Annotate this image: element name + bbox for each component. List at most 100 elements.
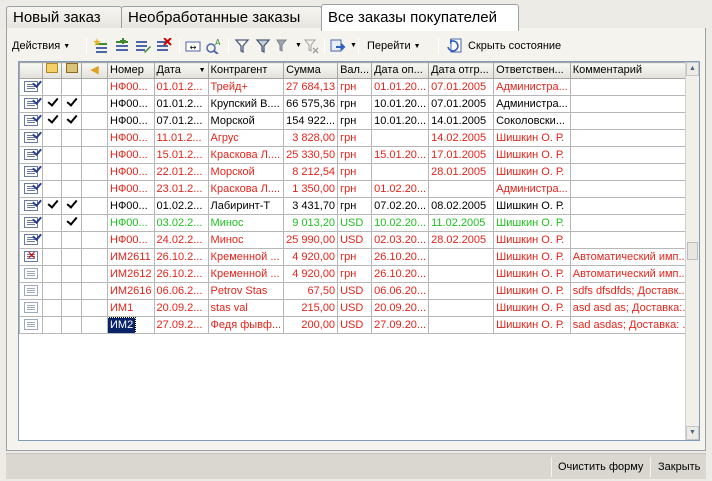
cell-payment-date[interactable] [371,163,430,181]
paid-checkbox-cell[interactable] [42,214,62,232]
cell-comment[interactable] [569,180,695,198]
cell-counterparty[interactable]: Морской [207,163,285,181]
cell-counterparty[interactable]: Лабиринт-Т [207,197,285,215]
close-button[interactable]: Закрыть [658,458,700,476]
clear-form-button[interactable]: Очистить форму [558,458,643,476]
paid-checkbox-cell[interactable] [42,265,62,283]
shipped-checkbox[interactable] [66,148,77,159]
column-header-flag2[interactable] [61,62,82,79]
cell-comment[interactable] [569,197,695,215]
paid-checkbox[interactable] [47,114,58,125]
cell-date[interactable]: 15.01.2... [153,146,209,164]
shipped-checkbox-cell[interactable] [61,95,82,113]
cell-currency[interactable]: грн [337,248,373,266]
cell-sum[interactable]: 1 350,00 [283,180,339,198]
column-header-responsible[interactable]: Ответствен... [493,62,571,79]
cell-number[interactable]: НФ00... [107,180,155,198]
column-header-picture[interactable] [19,62,43,79]
cell-number-selected[interactable]: ИМ2 [107,316,155,334]
cell-date[interactable]: 01.02.2... [153,197,209,215]
cell-number[interactable]: НФ00... [107,197,155,215]
cell-number[interactable]: НФ00... [107,231,155,249]
cell-comment[interactable]: asd asd as; Доставка:... [569,299,695,317]
cell-date[interactable]: 23.01.2... [153,180,209,198]
cell-payment-date[interactable]: 07.02.20... [371,197,430,215]
cell-sum[interactable]: 3 828,00 [283,129,339,147]
cell-shipment-date[interactable]: 07.01.2005 [428,95,495,113]
paid-checkbox-cell[interactable] [42,299,62,317]
cell-date[interactable]: 06.06.2... [153,282,209,300]
shipped-checkbox[interactable] [66,97,77,108]
paid-checkbox-cell[interactable] [42,231,62,249]
cell-currency[interactable]: USD [337,299,373,317]
goto-menu-button[interactable]: Перейти ▼ [367,35,421,57]
paid-checkbox[interactable] [47,80,58,91]
cell-comment[interactable]: sdfs dfsdfds; Доставк... [569,282,695,300]
cell-counterparty[interactable]: Краскова Л.... [207,180,285,198]
cell-responsible[interactable]: Шишкин О. Р. [493,299,571,317]
paid-checkbox[interactable] [47,97,58,108]
shipped-checkbox-cell[interactable] [61,78,82,96]
shipped-checkbox-cell[interactable] [61,248,82,266]
create-based-on-icon[interactable] [330,38,346,54]
shipped-checkbox[interactable] [66,267,77,278]
table-row[interactable]: ИМ1 20.09.2... stas val 215,00 USD 20.09.20..… [19,299,695,317]
table-row[interactable]: НФ00... 22.01.2... Морской 8 212,54 грн 28.01… [19,163,695,181]
cell-number[interactable]: НФ00... [107,112,155,130]
cell-currency[interactable]: грн [337,78,373,96]
shipped-checkbox-cell[interactable] [61,231,82,249]
paid-checkbox-cell[interactable] [42,129,62,147]
cell-sum[interactable]: 4 920,00 [283,248,339,266]
paid-checkbox[interactable] [47,131,58,142]
cell-currency[interactable]: USD [337,316,373,334]
cell-payment-date[interactable]: 10.02.20... [371,214,430,232]
cell-payment-date[interactable]: 26.10.20... [371,265,430,283]
cell-number[interactable]: НФ00... [107,146,155,164]
cell-sum[interactable]: 154 922... [283,112,339,130]
cell-sum[interactable]: 25 990,00 [283,231,339,249]
filter-history-icon[interactable] [275,38,291,54]
cell-responsible[interactable]: Шишкин О. Р. [493,129,571,147]
cell-currency[interactable]: грн [337,95,373,113]
shipped-checkbox-cell[interactable] [61,129,82,147]
table-row[interactable]: НФ00... 03.02.2... Минос 9 013,20 USD 10.02.2… [19,214,695,232]
cell-number[interactable]: НФ00... [107,95,155,113]
shipped-checkbox-cell[interactable] [61,214,82,232]
table-row[interactable]: ИМ2611 26.10.2... Кременной ... 4 920,00 грн… [19,248,695,266]
shipped-checkbox[interactable] [66,182,77,193]
cell-shipment-date[interactable] [428,180,495,198]
paid-checkbox-cell[interactable] [42,112,62,130]
refresh-icon[interactable] [446,38,462,54]
column-header-date[interactable]: Дата ▼ [153,62,209,79]
cell-currency[interactable]: грн [337,163,373,181]
cell-date[interactable]: 22.01.2... [153,163,209,181]
paid-checkbox[interactable] [47,233,58,244]
shipped-checkbox[interactable] [66,199,77,210]
cell-number[interactable]: НФ00... [107,214,155,232]
shipped-checkbox[interactable] [66,80,77,91]
column-header-number[interactable]: Номер [107,62,155,79]
cell-comment[interactable]: Автоматический имп... [569,248,695,266]
cell-shipment-date[interactable]: 11.02.2005 [428,214,495,232]
table-row[interactable]: НФ00... 23.01.2... Краскова Л.... 1 350,00 г… [19,180,695,198]
shipped-checkbox-cell[interactable] [61,299,82,317]
cell-number[interactable]: ИМ2611 [107,248,155,266]
paid-checkbox[interactable] [47,250,58,261]
cell-shipment-date[interactable]: 28.02.2005 [428,231,495,249]
cell-sum[interactable]: 4 920,00 [283,265,339,283]
cell-date[interactable]: 01.01.2... [153,78,209,96]
cell-comment[interactable] [569,112,695,130]
table-row[interactable]: НФ00... 07.01.2... Морской 154 922... грн 10.… [19,112,695,130]
cell-comment[interactable] [569,129,695,147]
find-icon[interactable]: A [205,38,221,54]
tab-all-customer-orders[interactable]: Все заказы покупателей [321,4,519,31]
paid-checkbox[interactable] [47,318,58,329]
cell-shipment-date[interactable]: 14.01.2005 [428,112,495,130]
cell-counterparty[interactable]: Крупский В.... [207,95,285,113]
cell-counterparty[interactable]: Морской [207,112,285,130]
cell-payment-date[interactable]: 02.03.20... [371,231,430,249]
column-header-arrow[interactable]: ◀ [81,62,108,79]
paid-checkbox[interactable] [47,267,58,278]
column-header-sum[interactable]: Сумма [283,62,339,79]
cell-counterparty[interactable]: Petrov Stas [207,282,285,300]
